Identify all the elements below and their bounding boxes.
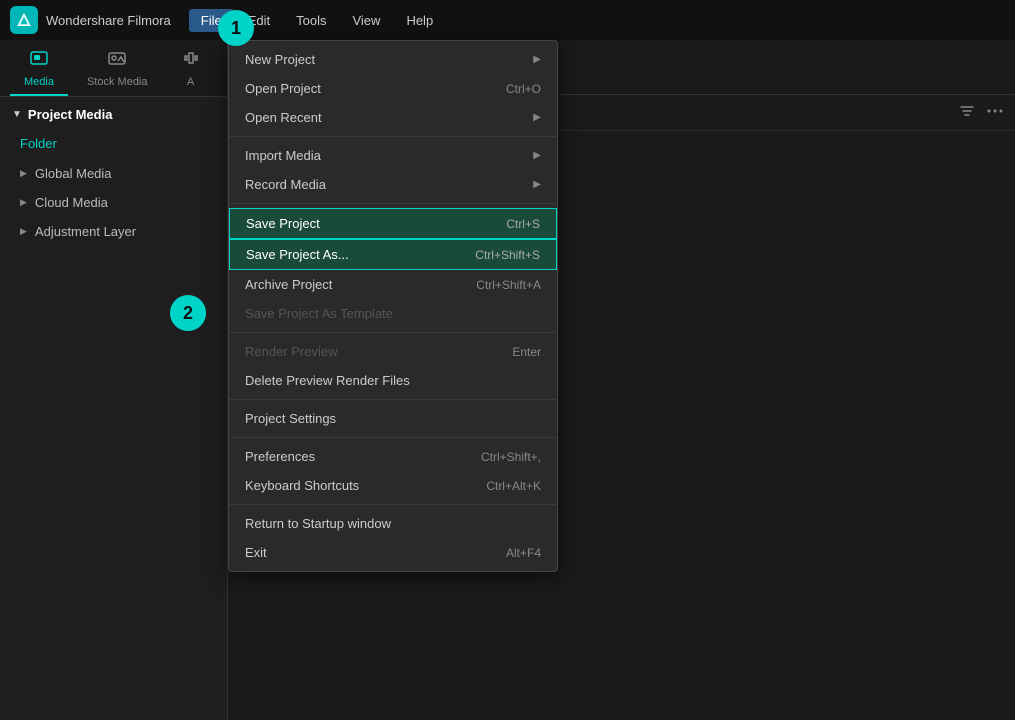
exit-label: Exit [245,545,267,560]
tab-audio-label: A [187,76,194,88]
sidebar-item-global-media[interactable]: ▶ Global Media [0,159,227,188]
menu-item-new-project[interactable]: New Project ▶ [229,45,557,74]
new-project-arrow: ▶ [533,54,541,65]
menu-item-import-media[interactable]: Import Media ▶ [229,141,557,170]
menu-item-save-as-template: Save Project As Template [229,299,557,328]
tab-media[interactable]: Media [10,40,68,96]
new-project-label: New Project [245,52,315,67]
menu-item-exit[interactable]: Exit Alt+F4 [229,538,557,567]
tab-stock-label: Stock Media [87,76,148,88]
menu-section-save: Save Project Ctrl+S Save Project As... C… [229,204,557,333]
menu-item-preferences[interactable]: Preferences Ctrl+Shift+, [229,442,557,471]
app-title: Wondershare Filmora [46,13,171,28]
menu-item-return-startup[interactable]: Return to Startup window [229,509,557,538]
menu-item-record-media[interactable]: Record Media ▶ [229,170,557,199]
expand-triangle-cloud: ▶ [20,197,27,208]
archive-project-shortcut: Ctrl+Shift+A [476,278,541,292]
preferences-label: Preferences [245,449,315,464]
expand-triangle-global: ▶ [20,168,27,179]
menu-section-import: Import Media ▶ Record Media ▶ [229,137,557,204]
record-media-label: Record Media [245,177,326,192]
menu-item-save-project[interactable]: Save Project Ctrl+S [229,208,557,239]
menu-item-archive-project[interactable]: Archive Project Ctrl+Shift+A [229,270,557,299]
menu-section-render: Render Preview Enter Delete Preview Rend… [229,333,557,400]
menu-item-open-recent[interactable]: Open Recent ▶ [229,103,557,132]
menu-edit[interactable]: Edit [236,9,282,32]
import-media-label: Import Media [245,148,321,163]
menu-item-open-project[interactable]: Open Project Ctrl+O [229,74,557,103]
render-preview-shortcut: Enter [512,345,541,359]
app-logo [10,6,38,34]
sidebar-item-cloud-media[interactable]: ▶ Cloud Media [0,188,227,217]
sidebar: Media Stock Media [0,40,228,720]
file-menu-dropdown: New Project ▶ Open Project Ctrl+O Open R… [228,40,558,572]
open-recent-label: Open Recent [245,110,322,125]
sidebar-tabs: Media Stock Media [0,40,227,97]
save-as-template-label: Save Project As Template [245,306,393,321]
menu-section-settings: Project Settings [229,400,557,438]
collapse-triangle[interactable]: ▼ [12,109,22,120]
titlebar: Wondershare Filmora File Edit Tools View… [0,0,1015,40]
menu-item-save-project-as[interactable]: Save Project As... Ctrl+Shift+S [229,239,557,270]
menubar: File Edit Tools View Help [189,9,445,32]
audio-icon [181,48,201,73]
adjustment-layer-label: Adjustment Layer [35,224,136,239]
archive-project-label: Archive Project [245,277,332,292]
delete-render-label: Delete Preview Render Files [245,373,410,388]
exit-shortcut: Alt+F4 [506,546,541,560]
menu-file[interactable]: File [189,9,234,32]
preferences-shortcut: Ctrl+Shift+, [481,450,541,464]
save-project-shortcut: Ctrl+S [506,217,540,231]
menu-item-project-settings[interactable]: Project Settings [229,404,557,433]
menu-tools[interactable]: Tools [284,9,338,32]
return-startup-label: Return to Startup window [245,516,391,531]
menu-section-open: New Project ▶ Open Project Ctrl+O Open R… [229,41,557,137]
menu-item-keyboard-shortcuts[interactable]: Keyboard Shortcuts Ctrl+Alt+K [229,471,557,500]
keyboard-shortcuts-shortcut: Ctrl+Alt+K [486,479,541,493]
save-project-label: Save Project [246,216,320,231]
expand-triangle-adjustment: ▶ [20,226,27,237]
menu-section-exit: Return to Startup window Exit Alt+F4 [229,505,557,571]
save-project-as-shortcut: Ctrl+Shift+S [475,248,540,262]
stock-media-icon [107,48,127,73]
menu-view[interactable]: View [340,9,392,32]
tab-stock-media[interactable]: Stock Media [73,40,162,96]
save-project-as-label: Save Project As... [246,247,349,262]
media-icon [29,48,49,73]
menu-section-preferences: Preferences Ctrl+Shift+, Keyboard Shortc… [229,438,557,505]
cloud-media-label: Cloud Media [35,195,108,210]
tab-audio[interactable]: A [167,40,215,96]
record-media-arrow: ▶ [533,179,541,190]
sidebar-item-adjustment-layer[interactable]: ▶ Adjustment Layer [0,217,227,246]
import-media-arrow: ▶ [533,150,541,161]
keyboard-shortcuts-label: Keyboard Shortcuts [245,478,359,493]
filter-icon[interactable] [959,103,975,122]
more-icon[interactable] [987,103,1003,122]
open-project-label: Open Project [245,81,321,96]
project-media-header: ▼ Project Media [0,97,227,132]
open-project-shortcut: Ctrl+O [506,82,541,96]
tab-media-label: Media [24,76,54,88]
menu-item-render-preview: Render Preview Enter [229,337,557,366]
project-media-label: Project Media [28,107,113,122]
open-recent-arrow: ▶ [533,112,541,123]
menu-help[interactable]: Help [394,9,445,32]
folder-label[interactable]: Folder [0,132,227,159]
global-media-label: Global Media [35,166,112,181]
project-settings-label: Project Settings [245,411,336,426]
menu-item-delete-render[interactable]: Delete Preview Render Files [229,366,557,395]
render-preview-label: Render Preview [245,344,338,359]
